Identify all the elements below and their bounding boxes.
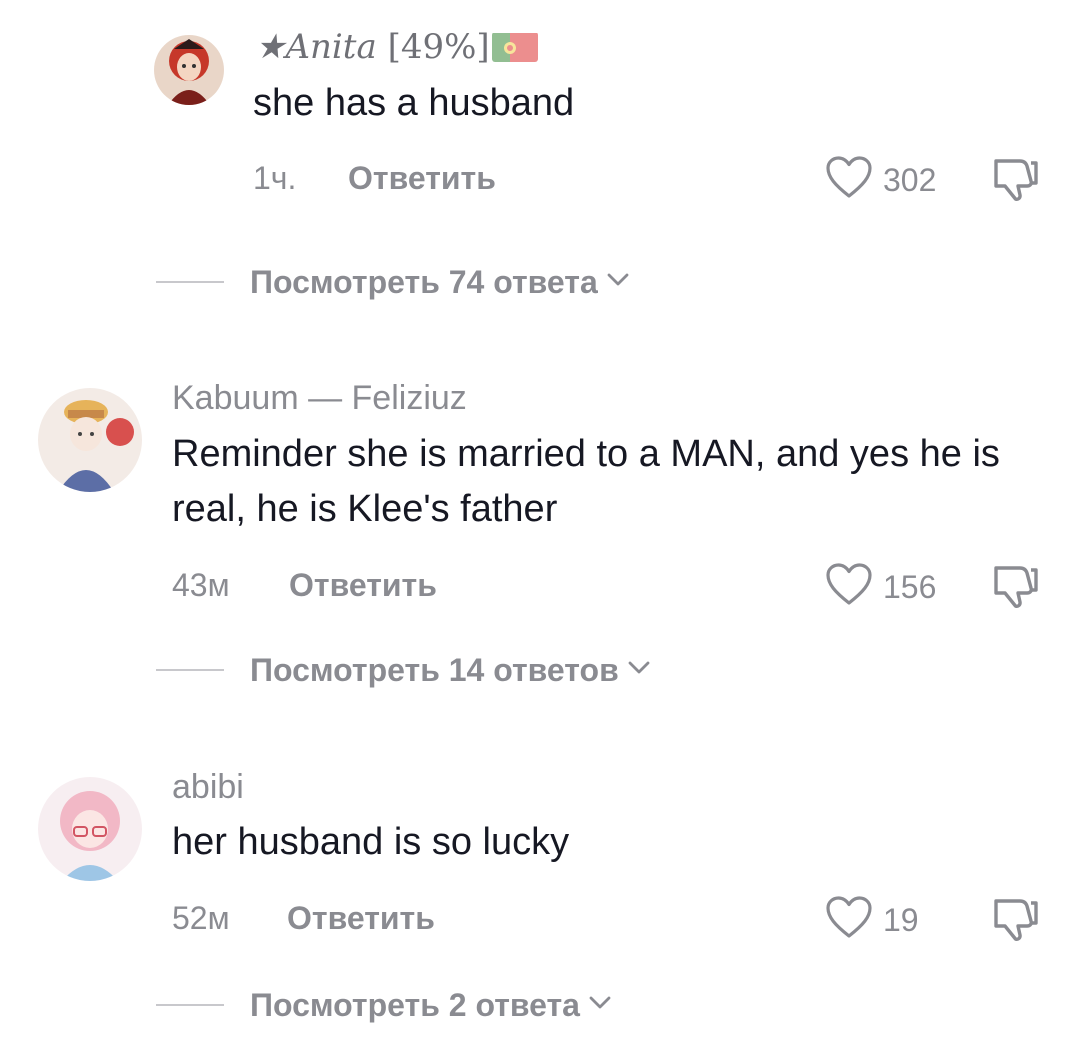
comment-username[interactable]: ★Anita [49%]	[255, 27, 538, 67]
like-button[interactable]: 19	[825, 895, 919, 944]
heart-outline-icon	[825, 155, 873, 204]
view-replies-button[interactable]: Посмотреть 74 ответа	[156, 262, 630, 302]
comment-text: she has a husband	[253, 82, 575, 124]
chevron-down-icon	[627, 660, 651, 681]
comment-timestamp: 52м	[172, 900, 230, 936]
thumbs-down-icon	[990, 899, 1042, 947]
divider-line	[156, 281, 224, 283]
view-replies-label: Посмотреть 14 ответов	[250, 652, 619, 688]
view-replies-button[interactable]: Посмотреть 2 ответа	[156, 985, 612, 1025]
like-count: 19	[883, 901, 919, 938]
like-count: 156	[883, 568, 937, 605]
view-replies-button[interactable]: Посмотреть 14 ответов	[156, 650, 651, 690]
chevron-down-icon	[588, 995, 612, 1016]
chevron-down-icon	[606, 272, 630, 293]
reply-button[interactable]: Ответить	[287, 898, 435, 938]
heart-outline-icon	[825, 895, 873, 944]
view-replies-label: Посмотреть 2 ответа	[250, 987, 580, 1023]
like-button[interactable]: 302	[825, 155, 936, 204]
username-text: ★Anita	[255, 27, 377, 67]
reply-button[interactable]: Ответить	[348, 158, 496, 198]
dislike-button[interactable]	[990, 153, 1042, 208]
divider-line	[156, 1004, 224, 1006]
portugal-flag-icon	[491, 32, 538, 62]
dislike-button[interactable]	[990, 893, 1042, 948]
like-count: 302	[883, 161, 937, 198]
like-button[interactable]: 156	[825, 562, 936, 611]
comment-username[interactable]: abibi	[172, 767, 244, 807]
reply-button[interactable]: Ответить	[289, 565, 437, 605]
view-replies-label: Посмотреть 74 ответа	[250, 264, 598, 300]
comment-text: Reminder she is married to a MAN, and ye…	[172, 433, 1000, 530]
heart-outline-icon	[825, 562, 873, 611]
thumbs-down-icon	[990, 566, 1042, 614]
thumbs-down-icon	[990, 159, 1042, 207]
username-suffix: [49%]	[387, 27, 490, 67]
divider-line	[156, 669, 224, 671]
dislike-button[interactable]	[990, 560, 1042, 615]
avatar[interactable]	[38, 388, 142, 492]
avatar[interactable]	[38, 777, 142, 881]
comment-username[interactable]: Kabuum — Feliziuz	[172, 378, 467, 418]
comment-timestamp: 43м	[172, 567, 230, 603]
comment-timestamp: 1ч.	[253, 160, 297, 196]
avatar[interactable]	[154, 35, 224, 105]
comment-text: her husband is so lucky	[172, 821, 570, 863]
